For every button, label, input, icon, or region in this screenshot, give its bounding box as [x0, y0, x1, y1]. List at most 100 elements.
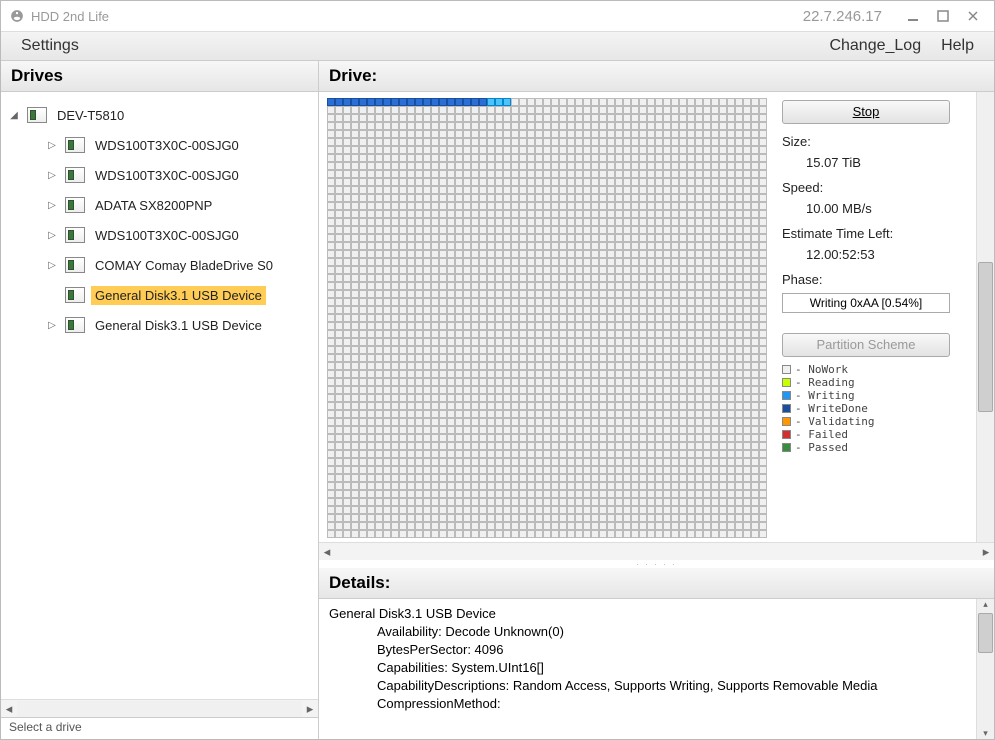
- drive-icon: [65, 167, 85, 183]
- app-title: HDD 2nd Life: [31, 9, 109, 24]
- app-version: 22.7.246.17: [803, 8, 882, 25]
- app-window: HDD 2nd Life 22.7.246.17 Settings Change…: [0, 0, 995, 740]
- scroll-right-icon[interactable]: ▸: [978, 544, 994, 560]
- drive-icon: [65, 227, 85, 243]
- help-menu[interactable]: Help: [931, 37, 984, 55]
- legend-item: - NoWork: [782, 363, 974, 376]
- computer-icon: [27, 107, 47, 123]
- scroll-left-icon[interactable]: ◂: [1, 701, 17, 717]
- scrollbar-thumb[interactable]: [978, 262, 993, 412]
- legend-label: - WriteDone: [795, 402, 868, 415]
- tree-item[interactable]: ▷ ADATA SX8200PNP: [1, 190, 318, 220]
- tree-root-label: DEV-T5810: [53, 106, 128, 125]
- legend-swatch: [782, 391, 791, 400]
- drives-hscroll[interactable]: ◂ ▸: [1, 699, 318, 717]
- tree-item[interactable]: ▷ General Disk3.1 USB Device: [1, 310, 318, 340]
- tree-item[interactable]: ▷ WDS100T3X0C-00SJG0: [1, 130, 318, 160]
- maximize-button[interactable]: [930, 7, 956, 25]
- legend-label: - NoWork: [795, 363, 848, 376]
- splitter[interactable]: · · · · ·: [319, 560, 994, 568]
- legend: - NoWork - Reading - Writing - WriteDone…: [782, 363, 974, 454]
- legend-item: - Writing: [782, 389, 974, 402]
- legend-swatch: [782, 378, 791, 387]
- details-line: BytesPerSector: 4096: [329, 641, 966, 659]
- drive-icon: [65, 287, 85, 303]
- details-header: Details:: [319, 568, 994, 599]
- size-value: 15.07 TiB: [782, 155, 974, 170]
- drive-vscroll[interactable]: [976, 92, 994, 542]
- details-line: CompressionMethod:: [329, 695, 966, 713]
- legend-item: - WriteDone: [782, 402, 974, 415]
- details-line: Capabilities: System.UInt16[]: [329, 659, 966, 677]
- partition-scheme-button[interactable]: Partition Scheme: [782, 333, 950, 357]
- legend-label: - Writing: [795, 389, 855, 402]
- scroll-up-icon[interactable]: ▴: [977, 599, 994, 610]
- drive-header: Drive:: [319, 61, 994, 92]
- tree-item-label: COMAY Comay BladeDrive S0: [91, 256, 277, 275]
- tree-item-label: General Disk3.1 USB Device: [91, 316, 266, 335]
- eta-value: 12.00:52:53: [782, 247, 974, 262]
- speed-label: Speed:: [782, 180, 974, 195]
- phase-value: Writing 0xAA [0.54%]: [782, 293, 950, 313]
- scrollbar-thumb[interactable]: [978, 613, 993, 653]
- titlebar: HDD 2nd Life 22.7.246.17: [1, 1, 994, 31]
- details-text: General Disk3.1 USB Device Availability:…: [319, 599, 976, 739]
- close-button[interactable]: [960, 7, 986, 25]
- changelog-menu[interactable]: Change_Log: [819, 37, 931, 55]
- drives-tree: ◢ DEV-T5810 ▷ WDS100T3X0C-00SJG0 ▷ WDS100T3…: [1, 92, 318, 699]
- tree-root[interactable]: ◢ DEV-T5810: [1, 100, 318, 130]
- drive-icon: [65, 197, 85, 213]
- tree-item-label: ADATA SX8200PNP: [91, 196, 216, 215]
- legend-swatch: [782, 404, 791, 413]
- scroll-down-icon[interactable]: ▾: [977, 728, 994, 739]
- scroll-left-icon[interactable]: ◂: [319, 544, 335, 560]
- expand-icon[interactable]: [45, 288, 59, 302]
- expand-icon[interactable]: ▷: [45, 318, 59, 332]
- tree-item[interactable]: ▷ WDS100T3X0C-00SJG0: [1, 220, 318, 250]
- drive-controls: Stop Size: 15.07 TiB Speed: 10.00 MB/s E…: [776, 92, 976, 542]
- legend-label: - Validating: [795, 415, 874, 428]
- sector-map: [319, 92, 776, 542]
- details-device-name: General Disk3.1 USB Device: [329, 605, 966, 623]
- minimize-button[interactable]: [900, 7, 926, 25]
- drives-header: Drives: [1, 61, 318, 92]
- scroll-right-icon[interactable]: ▸: [302, 701, 318, 717]
- legend-label: - Failed: [795, 428, 848, 441]
- expand-icon[interactable]: ▷: [45, 138, 59, 152]
- drive-hscroll[interactable]: ◂ ▸: [319, 542, 994, 560]
- tree-item[interactable]: ▷ WDS100T3X0C-00SJG0: [1, 160, 318, 190]
- drive-icon: [65, 137, 85, 153]
- legend-item: - Passed: [782, 441, 974, 454]
- expand-icon[interactable]: ▷: [45, 168, 59, 182]
- speed-value: 10.00 MB/s: [782, 201, 974, 216]
- details-vscroll[interactable]: ▴ ▾: [976, 599, 994, 739]
- tree-item-label: WDS100T3X0C-00SJG0: [91, 166, 243, 185]
- statusbar: Select a drive: [1, 717, 318, 739]
- menubar: Settings Change_Log Help: [1, 31, 994, 61]
- legend-item: - Failed: [782, 428, 974, 441]
- stop-button[interactable]: Stop: [782, 100, 950, 124]
- drive-panel: Drive: Stop Size: 15.07 TiB Speed: 10.00…: [319, 61, 994, 739]
- legend-swatch: [782, 417, 791, 426]
- size-label: Size:: [782, 134, 974, 149]
- legend-item: - Reading: [782, 376, 974, 389]
- expand-icon[interactable]: ▷: [45, 228, 59, 242]
- settings-menu[interactable]: Settings: [11, 37, 89, 55]
- tree-item[interactable]: General Disk3.1 USB Device: [1, 280, 318, 310]
- legend-swatch: [782, 430, 791, 439]
- app-icon: [9, 8, 25, 24]
- collapse-icon[interactable]: ◢: [7, 108, 21, 122]
- legend-label: - Passed: [795, 441, 848, 454]
- expand-icon[interactable]: ▷: [45, 198, 59, 212]
- expand-icon[interactable]: ▷: [45, 258, 59, 272]
- legend-item: - Validating: [782, 415, 974, 428]
- legend-swatch: [782, 365, 791, 374]
- eta-label: Estimate Time Left:: [782, 226, 974, 241]
- tree-item[interactable]: ▷ COMAY Comay BladeDrive S0: [1, 250, 318, 280]
- tree-item-label: WDS100T3X0C-00SJG0: [91, 226, 243, 245]
- legend-swatch: [782, 443, 791, 452]
- tree-item-label: WDS100T3X0C-00SJG0: [91, 136, 243, 155]
- details-line: CapabilityDescriptions: Random Access, S…: [329, 677, 966, 695]
- phase-label: Phase:: [782, 272, 974, 287]
- drives-panel: Drives ◢ DEV-T5810 ▷ WDS100T3X0C-00SJG0 ▷ W…: [1, 61, 319, 739]
